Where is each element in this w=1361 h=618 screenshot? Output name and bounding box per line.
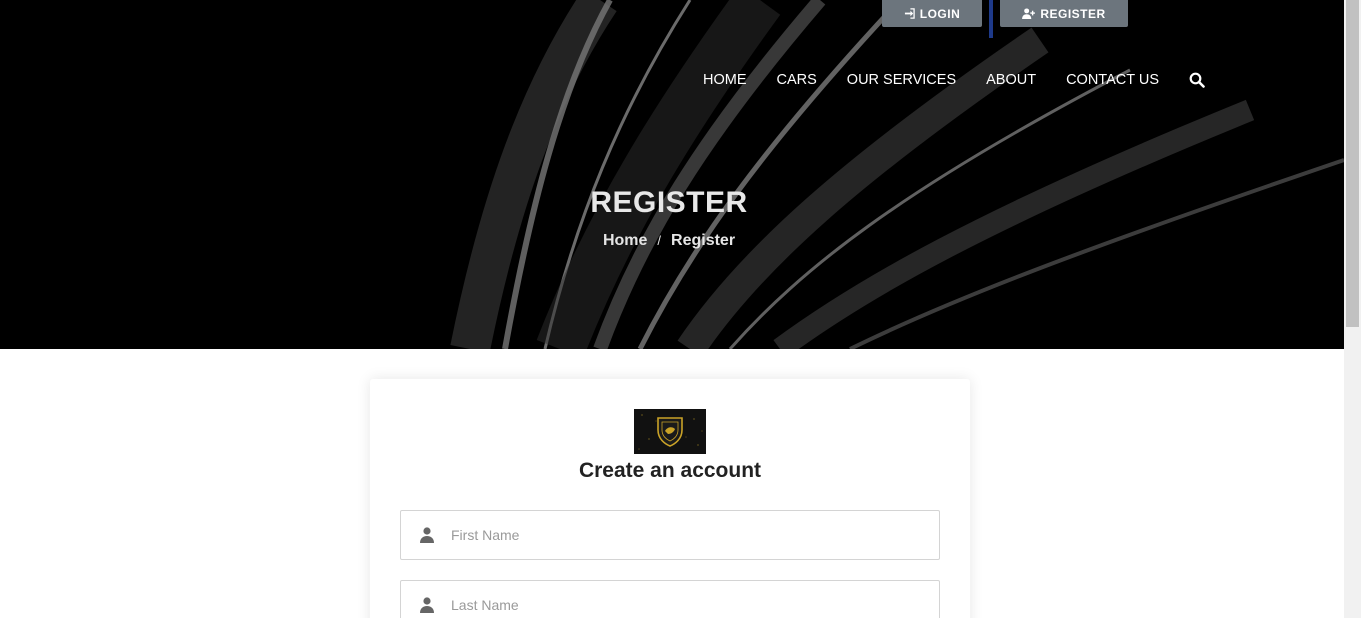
scrollbar-thumb[interactable]: [1346, 0, 1359, 327]
hero-light-streaks: [450, 0, 1344, 349]
register-button[interactable]: REGISTER: [1000, 0, 1128, 27]
nav-about[interactable]: ABOUT: [986, 72, 1036, 88]
user-plus-icon: [1022, 8, 1036, 19]
brand-logo: [634, 409, 706, 454]
search-icon[interactable]: [1189, 72, 1205, 88]
last-name-field[interactable]: [400, 580, 940, 618]
top-bar-separator: [989, 0, 993, 38]
shield-logo-icon: [634, 409, 706, 454]
user-icon: [420, 527, 434, 543]
top-auth-buttons: LOGIN REGISTER: [882, 0, 1128, 27]
register-label: REGISTER: [1040, 6, 1106, 21]
nav-contact-us[interactable]: CONTACT US: [1066, 72, 1159, 88]
first-name-input[interactable]: [451, 527, 931, 543]
page: LOGIN REGISTER HOME CARS OUR SERVICES AB…: [0, 0, 1344, 618]
breadcrumb-home-link[interactable]: Home: [603, 232, 647, 249]
nav-home[interactable]: HOME: [703, 72, 747, 88]
login-label: LOGIN: [919, 6, 961, 21]
login-button[interactable]: LOGIN: [882, 0, 982, 27]
main-nav: HOME CARS OUR SERVICES ABOUT CONTACT US: [703, 72, 1205, 88]
breadcrumb: Home / Register: [0, 232, 1338, 250]
user-icon: [420, 597, 434, 613]
last-name-input[interactable]: [451, 597, 931, 613]
nav-cars[interactable]: CARS: [777, 72, 817, 88]
breadcrumb-current: Register: [671, 232, 736, 249]
sign-in-icon: [904, 8, 915, 19]
hero-banner: LOGIN REGISTER HOME CARS OUR SERVICES AB…: [0, 0, 1344, 349]
form-heading: Create an account: [578, 459, 762, 482]
page-scrollbar[interactable]: [1344, 0, 1361, 618]
first-name-field[interactable]: [400, 510, 940, 560]
page-title: REGISTER: [590, 186, 748, 219]
register-card: Create an account: [370, 379, 970, 618]
nav-our-services[interactable]: OUR SERVICES: [847, 72, 956, 88]
breadcrumb-separator: /: [657, 233, 662, 248]
